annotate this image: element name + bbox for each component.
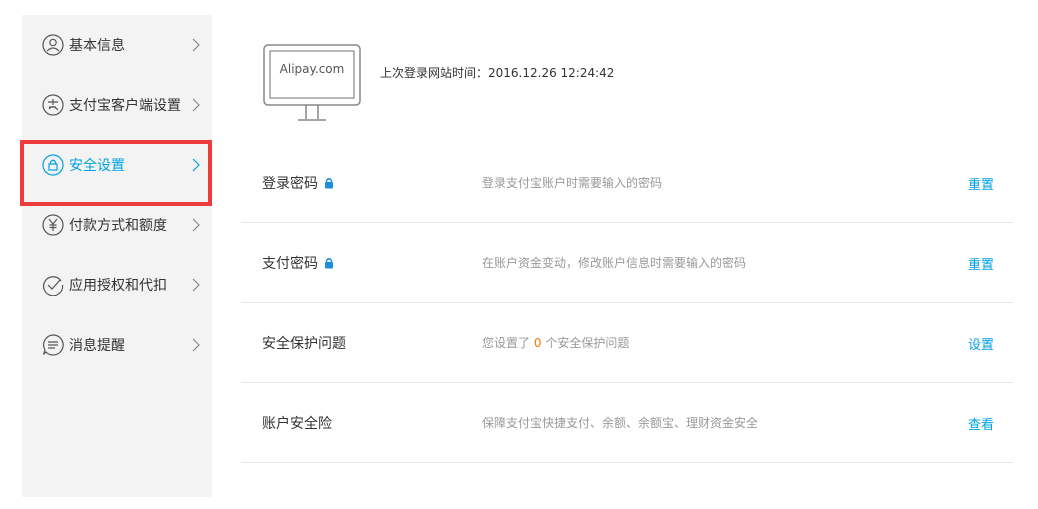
row-description: 您设置了 0 个安全保护问题 — [482, 334, 629, 351]
reset-payment-password-link[interactable]: 重置 — [968, 254, 994, 273]
row-title: 账户安全险 — [262, 416, 332, 432]
row-title: 登录密码 — [262, 176, 318, 192]
chevron-right-icon — [192, 38, 200, 52]
monitor-label: Alipay.com — [279, 62, 345, 76]
row-name: 登录密码 — [262, 173, 334, 193]
sidebar-item-basic-info[interactable]: 基本信息 — [22, 15, 212, 75]
set-security-questions-link[interactable]: 设置 — [968, 334, 994, 353]
user-icon — [42, 34, 64, 56]
sidebar: 基本信息 支付宝客户端设置 安全设置 付款方式和额度 应用授权和代扣 消息提醒 — [22, 15, 212, 497]
chevron-right-icon — [192, 338, 200, 352]
reset-login-password-link[interactable]: 重置 — [968, 174, 994, 193]
sidebar-item-label: 应用授权和代扣 — [69, 278, 167, 294]
lock-icon — [325, 178, 333, 189]
security-row-login-password: 登录密码 登录支付宝账户时需要输入的密码 重置 — [241, 142, 1013, 223]
question-count: 0 — [533, 336, 542, 350]
sidebar-item-label: 消息提醒 — [69, 338, 125, 354]
chevron-right-icon — [192, 218, 200, 232]
sidebar-item-notifications[interactable]: 消息提醒 — [22, 315, 212, 375]
sidebar-item-client-settings[interactable]: 支付宝客户端设置 — [22, 75, 212, 135]
check-circle-icon — [43, 276, 64, 296]
selection-highlight-box — [20, 140, 212, 206]
sidebar-item-label: 支付宝客户端设置 — [69, 98, 181, 114]
row-name: 安全保护问题 — [262, 333, 346, 353]
security-row-account-insurance: 账户安全险 保障支付宝快捷支付、余额、余额宝、理财资金安全 查看 — [241, 382, 1013, 463]
row-title: 支付密码 — [262, 256, 318, 272]
row-title: 安全保护问题 — [262, 336, 346, 352]
message-icon — [42, 334, 64, 356]
last-login-time: 上次登录网站时间：2016.12.26 12:24:42 — [380, 66, 615, 80]
security-row-payment-password: 支付密码 在账户资金变动，修改账户信息时需要输入的密码 重置 — [241, 222, 1013, 303]
chevron-right-icon — [192, 98, 200, 112]
sidebar-item-label: 付款方式和额度 — [69, 218, 167, 234]
row-description: 在账户资金变动，修改账户信息时需要输入的密码 — [482, 256, 747, 270]
row-description: 保障支付宝快捷支付、余额、余额宝、理财资金安全 — [482, 416, 759, 430]
sidebar-item-app-authorization[interactable]: 应用授权和代扣 — [22, 255, 212, 315]
row-name: 支付密码 — [262, 253, 334, 273]
desc-suffix: 个安全保护问题 — [545, 336, 630, 350]
security-row-security-questions: 安全保护问题 您设置了 0 个安全保护问题 设置 — [241, 302, 1013, 383]
chevron-right-icon — [192, 278, 200, 292]
desc-prefix: 您设置了 — [482, 336, 531, 350]
lock-icon — [325, 258, 333, 269]
row-name: 账户安全险 — [262, 413, 332, 433]
yuan-icon — [42, 214, 64, 236]
row-description: 登录支付宝账户时需要输入的密码 — [482, 176, 663, 190]
alipay-client-icon — [42, 94, 64, 116]
monitor-icon — [263, 44, 361, 121]
view-account-insurance-link[interactable]: 查看 — [968, 414, 994, 433]
sidebar-item-label: 基本信息 — [69, 38, 125, 54]
